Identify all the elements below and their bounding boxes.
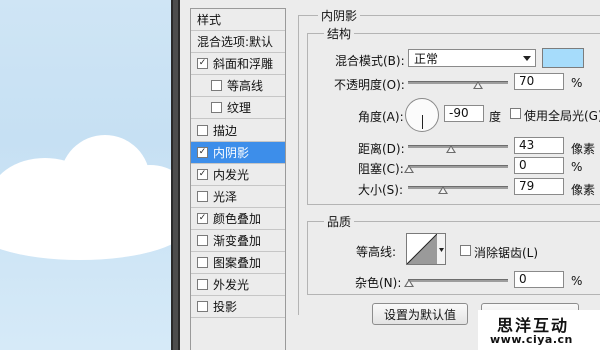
style-item[interactable]: ✓ 颜色叠加 [191,208,285,230]
checkbox-checked-icon[interactable]: ✓ [197,58,208,70]
choke-label: 阻塞(C): [358,162,404,176]
choke-input[interactable]: 0 [514,157,564,174]
angle-unit: 度 [489,110,502,124]
choke-slider-track[interactable] [408,165,508,168]
shadow-color-swatch[interactable] [542,48,584,68]
size-slider-track[interactable] [408,186,508,189]
blending-options-item[interactable]: 混合选项:默认 [191,31,285,54]
style-item[interactable]: 外发光 [191,274,285,297]
checkbox-unchecked-icon[interactable] [211,80,222,92]
checkbox-unchecked-icon[interactable] [197,257,208,269]
watermark-url: www.ciya.cn [490,333,573,346]
style-item-label: 等高线 [227,79,264,94]
noise-input[interactable]: 0 [514,271,564,288]
anti-alias-label: 消除锯齿(L) [474,246,539,260]
style-item-label: 图案叠加 [213,256,262,271]
contour-linear-icon [406,233,445,265]
style-item-label: 投影 [213,300,238,315]
checkbox-checked-icon[interactable]: ✓ [197,212,208,224]
opacity-label: 不透明度(O): [334,78,405,92]
style-item[interactable]: 光泽 [191,186,285,208]
style-item-label: 纹理 [227,101,252,116]
global-light-label: 使用全局光(G) [524,109,600,123]
checkbox-unchecked-icon[interactable] [197,190,208,202]
opacity-slider-track[interactable] [408,81,508,84]
blend-mode-select[interactable]: 正常 [408,49,536,67]
size-unit: 像素 [571,183,596,197]
checkbox-unchecked-icon[interactable] [211,102,222,114]
noise-label: 杂色(N): [355,276,402,290]
angle-dial[interactable] [405,98,439,132]
global-light-checkbox[interactable] [510,108,521,119]
size-input[interactable]: 79 [514,178,564,195]
structure-title: 结构 [324,25,355,42]
inner-shadow-title: 内阴影 [318,7,361,24]
style-item-label: 颜色叠加 [213,211,262,226]
distance-unit: 像素 [571,142,596,156]
styles-list: 样式 混合选项:默认 [191,9,285,54]
set-default-button[interactable]: 设置为默认值 [372,303,468,325]
styles-list-panel: 样式 混合选项:默认 ✓ 斜面和浮雕等高线纹理描边 ✓ 内阴影 ✓ 内发光光泽 ✓ 颜色叠加渐… [190,8,286,350]
opacity-unit: % [571,76,583,90]
noise-slider-thumb[interactable] [404,279,414,287]
distance-slider-track[interactable] [408,145,508,148]
style-item-label: 斜面和浮雕 [213,57,274,72]
noise-unit: % [571,274,583,288]
checkbox-unchecked-icon[interactable] [197,124,208,136]
canvas-preview [0,0,171,350]
distance-input[interactable]: 43 [514,137,564,154]
chevron-down-icon [523,56,531,61]
checkbox-checked-icon[interactable]: ✓ [197,146,208,158]
style-item-label: 光泽 [213,189,238,204]
checkbox-unchecked-icon[interactable] [197,301,208,313]
checkbox-unchecked-icon[interactable] [197,279,208,291]
distance-slider-thumb[interactable] [446,145,456,153]
style-item-label: 外发光 [213,278,250,293]
style-item[interactable]: ✓ 内发光 [191,164,285,186]
blending-options-label: 混合选项:默认 [197,35,274,50]
style-item-label: 内发光 [213,167,250,182]
style-item[interactable]: 渐变叠加 [191,230,285,253]
blend-mode-label: 混合模式(B): [335,54,405,68]
style-item[interactable]: ✓ 斜面和浮雕 [191,53,285,76]
canvas-scrollbar-thumb[interactable] [173,0,178,350]
style-item-label: 渐变叠加 [213,233,262,248]
style-item[interactable]: 描边 [191,119,285,142]
style-item[interactable]: 投影 [191,296,285,319]
style-item-label: 描边 [213,123,238,138]
quality-title: 品质 [324,213,355,230]
size-label: 大小(S): [358,183,404,197]
style-effects-list: ✓ 斜面和浮雕等高线纹理描边 ✓ 内阴影 ✓ 内发光光泽 ✓ 颜色叠加渐变叠加图案叠加外发光投… [191,53,285,319]
style-item[interactable]: ✓ 内阴影 [191,141,285,164]
distance-label: 距离(D): [358,142,405,156]
style-item[interactable]: 纹理 [191,97,285,120]
checkbox-checked-icon[interactable]: ✓ [197,168,208,180]
styles-header[interactable]: 样式 [191,9,285,32]
angle-input[interactable]: -90 [444,105,484,122]
choke-slider-thumb[interactable] [404,165,414,173]
noise-slider-track[interactable] [408,279,508,282]
contour-label: 等高线: [356,245,397,259]
checkbox-unchecked-icon[interactable] [197,234,208,246]
blend-mode-value: 正常 [414,51,439,66]
style-item-label: 内阴影 [213,145,250,160]
style-item[interactable]: 等高线 [191,75,285,98]
angle-dial-needle [422,115,423,129]
opacity-slider-thumb[interactable] [473,81,483,89]
anti-alias-checkbox[interactable] [460,245,471,256]
styles-header-label: 样式 [197,13,222,28]
contour-picker[interactable] [406,233,446,265]
cloud-shape [0,190,171,260]
choke-unit: % [571,160,583,174]
angle-label: 角度(A): [358,110,404,124]
style-item[interactable]: 图案叠加 [191,252,285,275]
opacity-input[interactable]: 70 [514,73,564,90]
size-slider-thumb[interactable] [438,186,448,194]
